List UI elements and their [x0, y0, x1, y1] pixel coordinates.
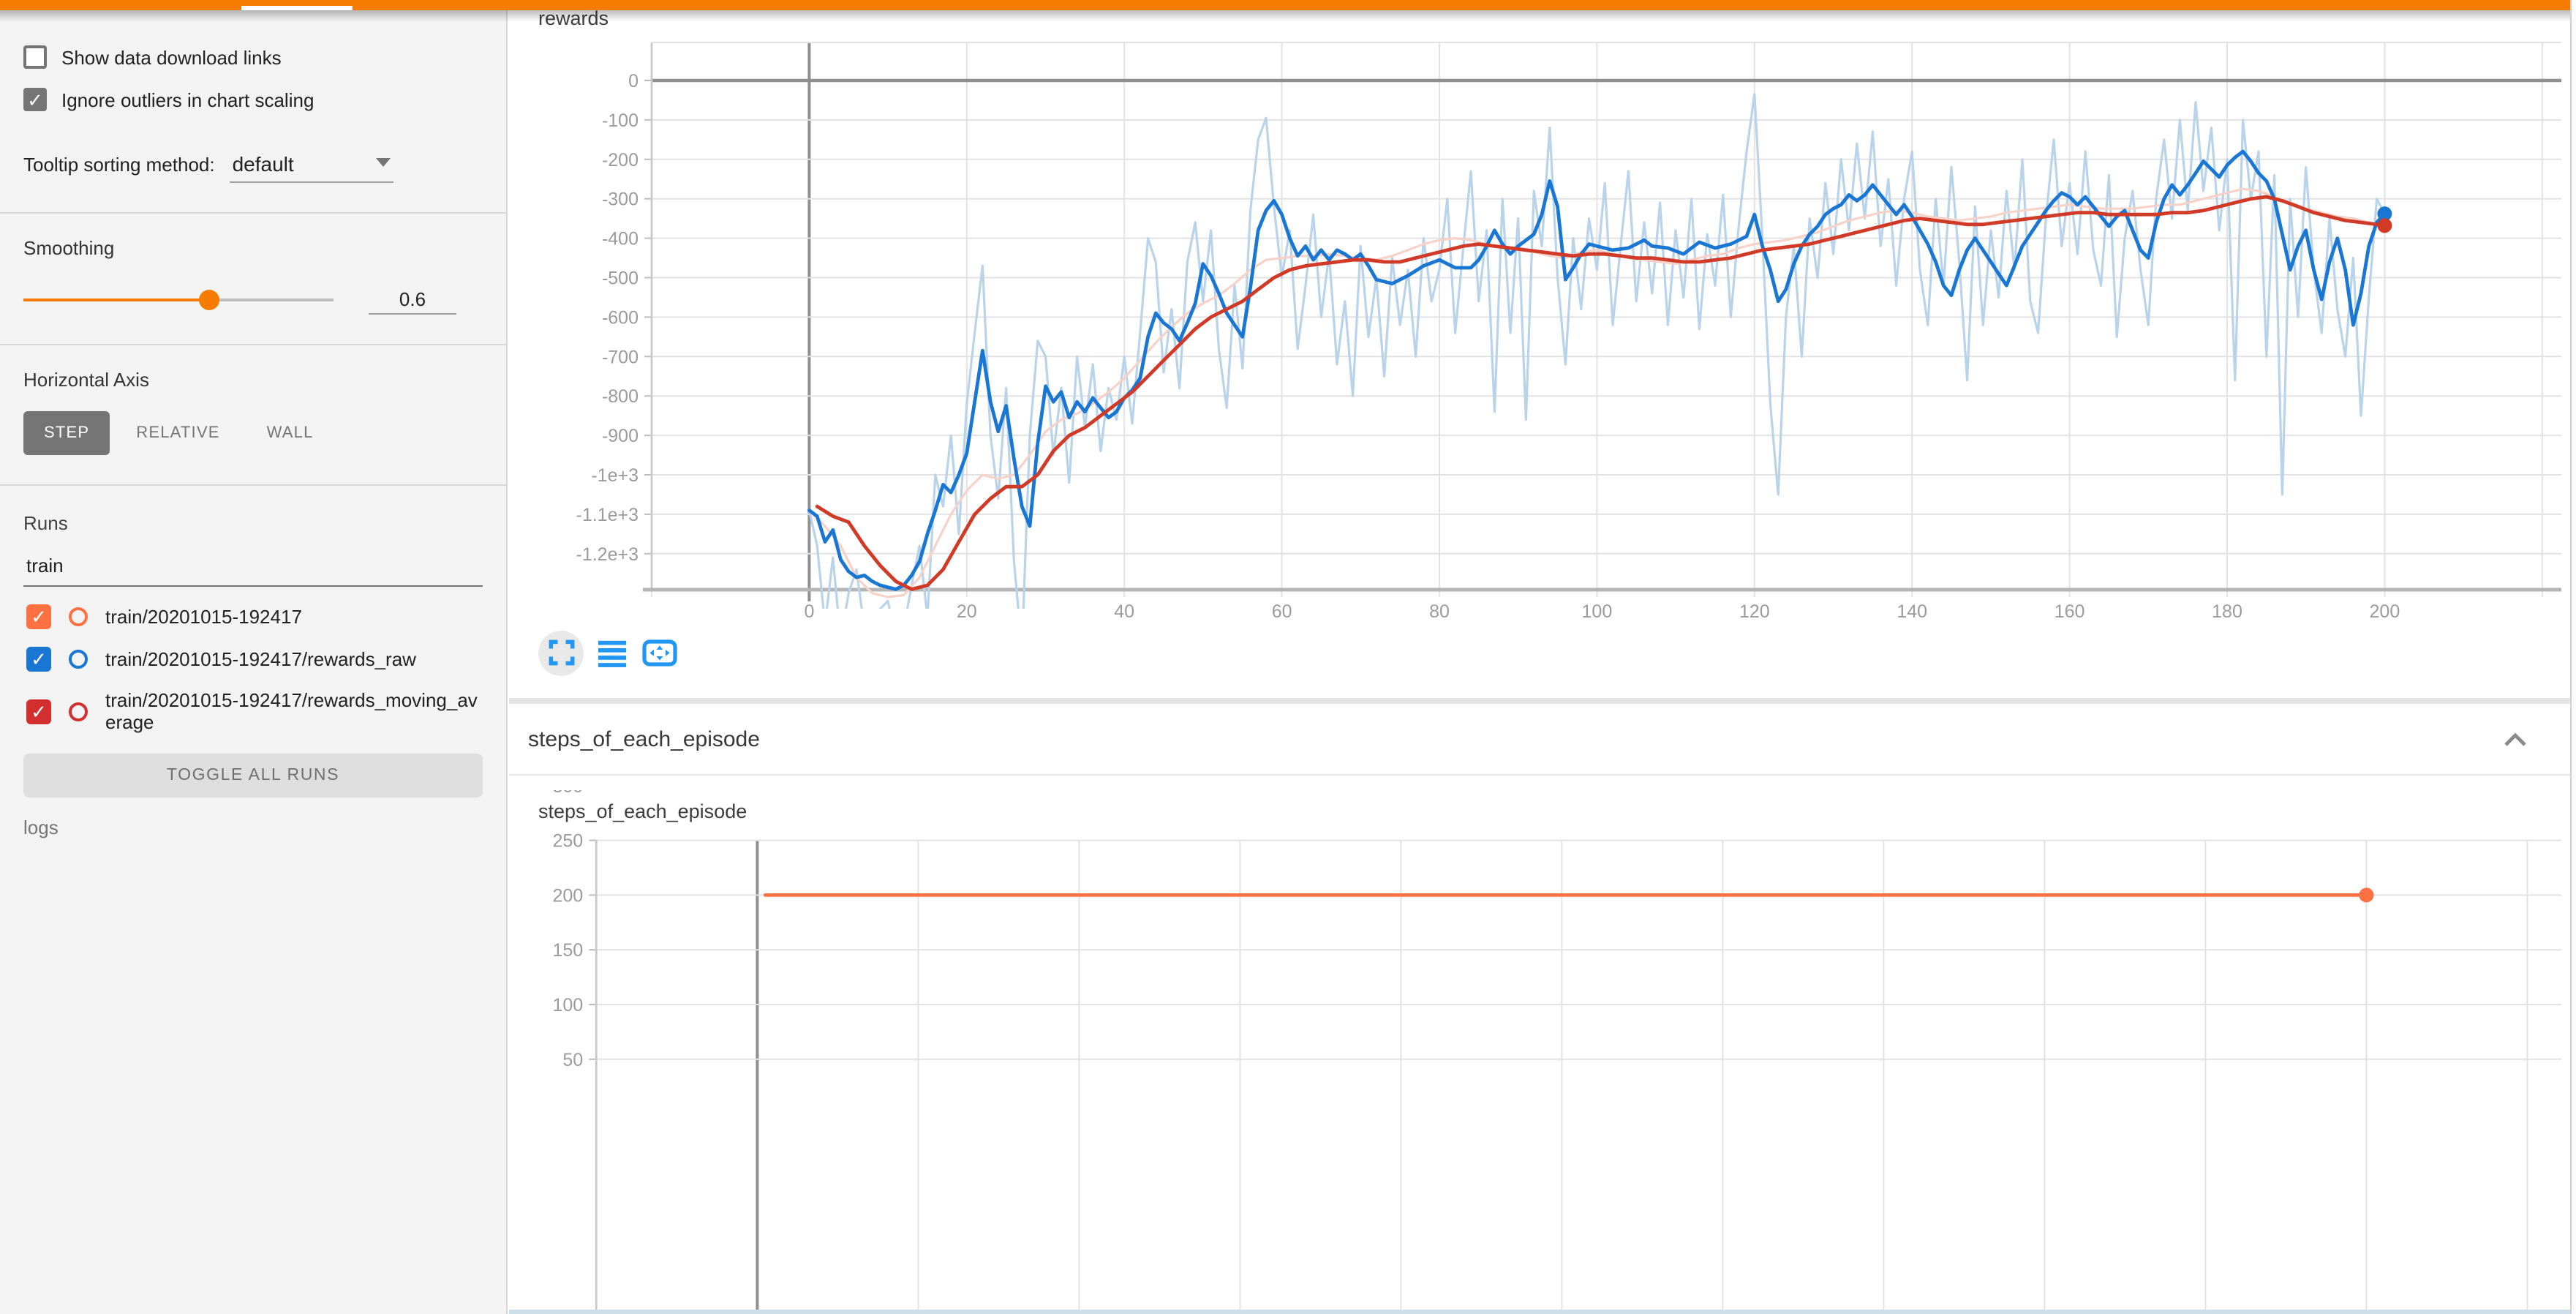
- svg-text:100: 100: [1582, 601, 1613, 622]
- tensorboard-page: ✓ Show data download links ✓ Ignore outl…: [0, 0, 2576, 1314]
- run-checkbox-icon[interactable]: ✓: [26, 604, 51, 629]
- svg-text:200: 200: [2370, 601, 2400, 622]
- tooltip-sorting-label: Tooltip sorting method:: [23, 154, 215, 176]
- svg-text:-800: -800: [602, 386, 639, 407]
- checkbox-label: Show data download links: [61, 46, 282, 68]
- run-label: train/20201015-192417: [105, 606, 480, 628]
- scrollbar-rail[interactable]: [2570, 0, 2576, 1314]
- svg-text:-900: -900: [602, 426, 639, 446]
- svg-text:160: 160: [2055, 601, 2085, 622]
- run-label: train/20201015-192417/rewards_raw: [105, 648, 480, 670]
- rewards-chart-title: rewards: [538, 7, 609, 29]
- svg-text:-1.1e+3: -1.1e+3: [576, 505, 639, 525]
- sidebar-divider: [0, 344, 506, 345]
- tooltip-sorting-select[interactable]: default: [230, 152, 393, 183]
- axis-step-button[interactable]: STEP: [23, 411, 110, 455]
- chevron-up-icon: [2503, 732, 2528, 748]
- check-icon: ✓: [31, 650, 47, 669]
- menu-lines-icon: [597, 637, 628, 668]
- check-icon: ✓: [31, 607, 47, 626]
- svg-text:250: 250: [552, 831, 583, 852]
- steps-chart-title: steps_of_each_episode: [538, 800, 747, 822]
- svg-text:180: 180: [2212, 601, 2242, 622]
- svg-text:-1e+3: -1e+3: [591, 465, 639, 486]
- svg-text:300: 300: [552, 790, 583, 797]
- fullscreen-icon: [545, 637, 577, 669]
- smoothing-value-input[interactable]: [369, 285, 456, 315]
- svg-text:-600: -600: [602, 307, 639, 328]
- smoothing-slider[interactable]: [23, 285, 334, 315]
- check-icon: ✓: [27, 90, 43, 109]
- svg-text:120: 120: [1739, 601, 1770, 622]
- app-header-bar: [0, 0, 2576, 10]
- slider-fill: [23, 299, 209, 301]
- sidebar-divider: [0, 484, 506, 486]
- collapse-section-button[interactable]: [2503, 729, 2528, 755]
- run-row-rewards-raw[interactable]: ✓ train/20201015-192417/rewards_raw: [26, 647, 483, 672]
- svg-text:80: 80: [1429, 601, 1450, 622]
- svg-text:20: 20: [957, 601, 977, 622]
- tooltip-sorting-value: default: [233, 152, 294, 176]
- toggle-all-runs-button[interactable]: TOGGLE ALL RUNS: [23, 754, 483, 797]
- steps-section-header[interactable]: steps_of_each_episode: [509, 698, 2572, 776]
- axis-relative-button[interactable]: RELATIVE: [116, 411, 240, 455]
- run-checkbox-icon[interactable]: ✓: [26, 699, 51, 724]
- horizontal-axis-toggle-group: STEP RELATIVE WALL: [23, 411, 483, 455]
- checkbox-label: Ignore outliers in chart scaling: [61, 89, 314, 110]
- run-selector-menu-button[interactable]: [597, 637, 628, 668]
- svg-text:0: 0: [628, 71, 639, 91]
- run-color-circle-icon[interactable]: [69, 607, 88, 626]
- smoothing-label: Smoothing: [23, 237, 483, 259]
- svg-text:60: 60: [1272, 601, 1292, 622]
- runs-label: Runs: [23, 512, 483, 534]
- svg-text:-100: -100: [602, 110, 639, 131]
- sidebar-divider: [0, 212, 506, 214]
- expand-chart-button[interactable]: [538, 630, 584, 675]
- section-title: steps_of_each_episode: [528, 727, 760, 751]
- run-row-main[interactable]: ✓ train/20201015-192417: [26, 604, 483, 629]
- horizontal-axis-label: Horizontal Axis: [23, 369, 483, 391]
- dropdown-arrow-icon: [376, 158, 391, 167]
- run-label: train/20201015-192417/rewards_moving_ave…: [105, 689, 480, 733]
- smoothing-row: [23, 285, 483, 315]
- check-icon: ✓: [31, 702, 47, 721]
- svg-text:100: 100: [552, 995, 583, 1015]
- svg-text:200: 200: [552, 885, 583, 906]
- tooltip-sorting-row: Tooltip sorting method: default: [23, 152, 483, 183]
- ignore-outliers-checkbox-row[interactable]: ✓ Ignore outliers in chart scaling: [23, 85, 483, 114]
- checkbox-icon[interactable]: ✓: [23, 45, 47, 69]
- rewards-chart[interactable]: 0 -100 -200 -300 -400 -500 -600 -700 -800 -900 -1e…: [509, 0, 2576, 688]
- show-download-links-checkbox-row[interactable]: ✓ Show data download links: [23, 42, 483, 72]
- svg-text:50: 50: [562, 1050, 583, 1070]
- svg-text:-500: -500: [602, 269, 639, 289]
- chart-toolbar: [538, 629, 692, 676]
- bottom-hairline: [509, 1310, 2576, 1314]
- svg-text:0: 0: [804, 601, 814, 622]
- checkbox-icon[interactable]: ✓: [23, 88, 47, 111]
- svg-text:40: 40: [1114, 601, 1134, 622]
- axis-wall-button[interactable]: WALL: [246, 411, 334, 455]
- fit-domain-button[interactable]: [641, 637, 679, 669]
- svg-text:-300: -300: [602, 189, 639, 210]
- settings-sidebar: ✓ Show data download links ✓ Ignore outl…: [0, 10, 508, 1314]
- svg-text:-400: -400: [602, 229, 639, 249]
- svg-text:140: 140: [1897, 601, 1927, 622]
- logs-label: logs: [23, 816, 483, 838]
- run-checkbox-icon[interactable]: ✓: [26, 647, 51, 672]
- svg-text:-1.2e+3: -1.2e+3: [576, 544, 639, 565]
- run-color-circle-icon[interactable]: [69, 650, 88, 669]
- svg-text:-700: -700: [602, 347, 639, 367]
- run-color-circle-icon[interactable]: [69, 702, 88, 721]
- check-icon: ✓: [27, 48, 43, 67]
- run-filter-input[interactable]: [23, 552, 483, 587]
- slider-thumb[interactable]: [199, 290, 219, 310]
- svg-text:-200: -200: [602, 150, 639, 170]
- run-row-rewards-moving-average[interactable]: ✓ train/20201015-192417/rewards_moving_a…: [26, 689, 483, 733]
- fit-to-data-icon: [641, 637, 679, 669]
- active-tab-indicator[interactable]: [241, 6, 353, 10]
- svg-text:150: 150: [552, 940, 583, 961]
- steps-chart[interactable]: 40035030025020015010050: [509, 790, 2576, 1314]
